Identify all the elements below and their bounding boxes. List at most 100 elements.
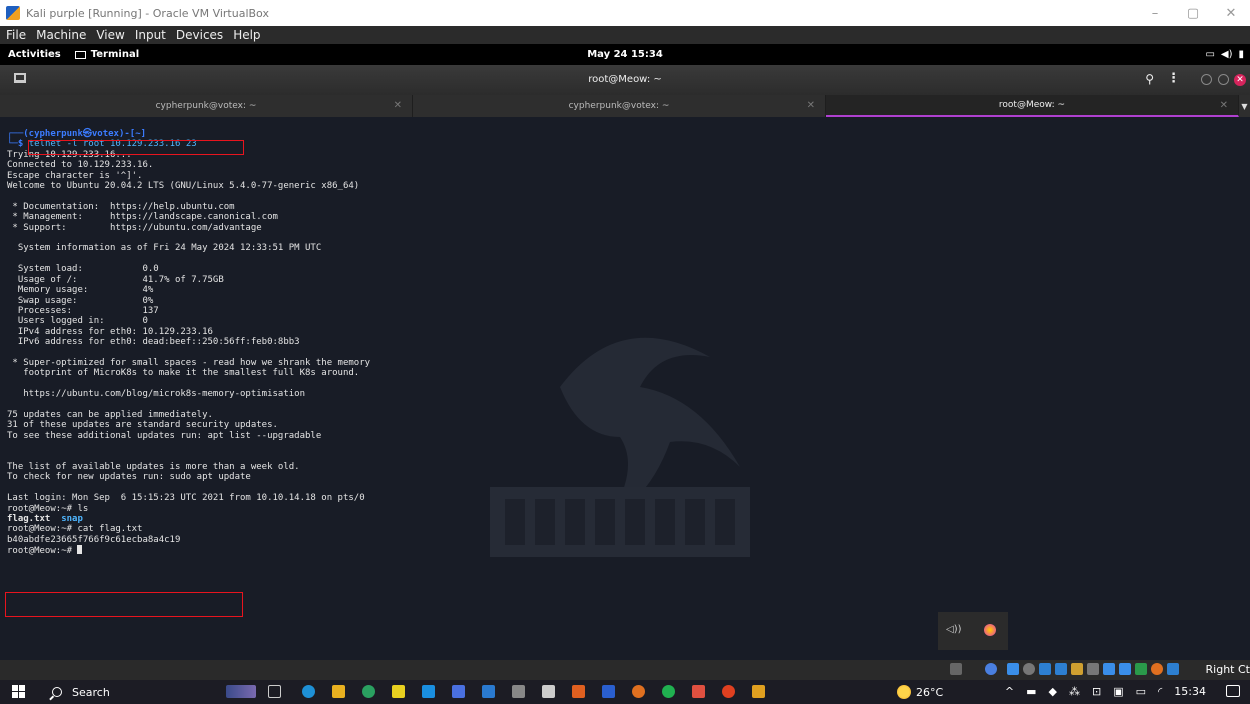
close-terminal-icon[interactable]: ✕ <box>1234 74 1246 86</box>
new-tab-icon[interactable] <box>14 73 26 83</box>
notification-center-icon[interactable] <box>1226 685 1240 697</box>
tab-label: cypherpunk@votex: ~ <box>155 101 257 111</box>
kali-dragon-watermark <box>490 337 750 557</box>
windows-taskbar: Search 26°C ^ ▬ ◆ ⁂ ⊡ ▣ ▭ ◜ 15:34 <box>0 680 1250 704</box>
taskbar-clock[interactable]: 15:34 <box>1174 685 1206 698</box>
highlight-telnet-command <box>28 140 244 155</box>
close-window-button[interactable]: ✕ <box>1212 0 1250 26</box>
tab-close-icon[interactable]: ✕ <box>394 100 402 111</box>
teams-tray-icon[interactable] <box>985 663 997 675</box>
gnome-system-tray[interactable]: ▭ ◀) ▮ <box>1205 49 1244 60</box>
restore-button[interactable]: ▢ <box>1174 0 1212 26</box>
vbox-window-title: Kali purple [Running] - Oracle VM Virtua… <box>26 6 269 20</box>
chrome-canary-icon[interactable] <box>722 685 735 698</box>
vs-icon[interactable] <box>422 685 435 698</box>
clock[interactable]: May 24 15:34 <box>0 49 1250 60</box>
keyboard-capture-icon[interactable] <box>1167 663 1179 675</box>
tab-label: root@Meow: ~ <box>998 100 1066 110</box>
tab-close-icon[interactable]: ✕ <box>1220 100 1228 111</box>
app-red-icon[interactable] <box>692 685 705 698</box>
terminal-lines: ┌──(cypherpunk㉿votex)-[~] └─$ telnet -l … <box>7 129 370 557</box>
python-icon[interactable] <box>752 685 765 698</box>
window-controls: – ▢ ✕ <box>1136 0 1250 26</box>
gnome-top-bar: Activities Terminal May 24 15:34 ▭ ◀) ▮ <box>0 44 1250 65</box>
audio-icon[interactable] <box>1039 663 1051 675</box>
recording-icon[interactable] <box>1119 663 1131 675</box>
hdd-icon[interactable] <box>1007 663 1019 675</box>
news-widget-icon[interactable] <box>226 685 256 698</box>
tray-copy-icon[interactable]: ⊡ <box>1092 685 1101 698</box>
tab-1[interactable]: cypherpunk@votex: ~ ✕ <box>0 95 413 117</box>
tab-3-active[interactable]: root@Meow: ~ ✕ <box>826 95 1239 117</box>
task-view-icon[interactable] <box>268 685 281 698</box>
terminal-title: root@Meow: ~ <box>588 74 662 85</box>
search-icon <box>52 687 62 697</box>
menu-view[interactable]: View <box>96 28 124 42</box>
shared-folder-icon[interactable] <box>1087 663 1099 675</box>
chrome-icon[interactable] <box>362 685 375 698</box>
tray-app-icon[interactable]: ▬ <box>1026 685 1036 698</box>
tray-battery-icon[interactable]: ▭ <box>1136 685 1146 698</box>
whatsapp-icon[interactable] <box>662 685 675 698</box>
vscode-icon[interactable] <box>482 685 495 698</box>
git-icon[interactable] <box>542 685 555 698</box>
app-n-icon[interactable] <box>452 685 465 698</box>
tray-chevron-icon[interactable]: ^ <box>1005 685 1014 698</box>
taskbar-search[interactable]: Search <box>52 680 222 704</box>
menu-input[interactable]: Input <box>135 28 166 42</box>
search-icon[interactable]: ⚲ <box>1145 72 1154 86</box>
display-icon[interactable] <box>1103 663 1115 675</box>
minimize-button[interactable]: – <box>1136 0 1174 26</box>
screen-icon: ▭ <box>1205 49 1215 60</box>
vbox-status-bar: Right Ct <box>0 660 1250 680</box>
usb-icon[interactable] <box>1071 663 1083 675</box>
tab-close-icon[interactable]: ✕ <box>807 100 815 111</box>
tray-shield-icon[interactable]: ◆ <box>1049 685 1057 698</box>
windows-start-icon[interactable] <box>12 685 25 698</box>
app-menu-terminal[interactable]: Terminal <box>74 49 139 60</box>
edge-icon[interactable] <box>302 685 315 698</box>
terminal-icon <box>74 50 86 59</box>
desktop: Kali purple [Running] - Oracle VM Virtua… <box>0 0 1250 704</box>
final-prompt: root@Meow:~# <box>7 546 78 557</box>
tab-label: cypherpunk@votex: ~ <box>568 101 670 111</box>
prompt-prefix: └─$ <box>7 139 29 150</box>
sticky-icon[interactable] <box>392 685 405 698</box>
file-explorer-icon[interactable] <box>332 685 345 698</box>
network-tray-icon[interactable] <box>950 663 962 675</box>
menu-devices[interactable]: Devices <box>176 28 223 42</box>
terminal-header-bar: root@Meow: ~ ⚲ ⋮ ✕ <box>0 65 1250 95</box>
battery-icon: ▮ <box>1238 49 1244 60</box>
tray-display-icon[interactable]: ▣ <box>1113 685 1123 698</box>
firefox-icon[interactable] <box>632 685 645 698</box>
ls-dir-snap: snap <box>61 514 83 525</box>
windows-system-tray[interactable]: ^ ▬ ◆ ⁂ ⊡ ▣ ▭ ◜ 15:34 <box>1005 685 1206 698</box>
vbox-menu-bar: File Machine View Input Devices Help <box>0 26 1250 44</box>
tab-2[interactable]: cypherpunk@votex: ~ ✕ <box>413 95 826 117</box>
terminal-app-icon[interactable] <box>512 685 525 698</box>
app-tray-icon[interactable] <box>984 624 996 636</box>
terminal-output[interactable]: ┌──(cypherpunk㉿votex)-[~] └─$ telnet -l … <box>0 117 1250 662</box>
tray-network-icon[interactable]: ⁂ <box>1069 685 1080 698</box>
vlc-icon[interactable] <box>572 685 585 698</box>
minimize-circle-icon[interactable] <box>1201 74 1212 85</box>
prompt-line: ┌──(cypherpunk㉿votex)-[~] <box>7 129 147 139</box>
tray-wifi-icon[interactable]: ◜ <box>1158 685 1162 698</box>
virtualbox-taskbar-icon[interactable] <box>602 685 615 698</box>
menu-help[interactable]: Help <box>233 28 260 42</box>
speaker-icon[interactable]: ◁)) <box>946 624 962 635</box>
weather-widget[interactable]: 26°C <box>897 685 943 699</box>
menu-file[interactable]: File <box>6 28 26 42</box>
virtualbox-logo-icon <box>6 6 20 20</box>
mouse-integration-icon[interactable] <box>1151 663 1163 675</box>
optical-icon[interactable] <box>1023 663 1035 675</box>
tab-list-chevron-icon[interactable]: ▼ <box>1239 95 1250 117</box>
menu-kebab-icon[interactable]: ⋮ <box>1167 71 1180 86</box>
tray-overflow-popup: ◁)) <box>938 612 1008 650</box>
maximize-circle-icon[interactable] <box>1218 74 1229 85</box>
menu-machine[interactable]: Machine <box>36 28 86 42</box>
activities-button[interactable]: Activities <box>8 49 61 60</box>
network-adapter-icon[interactable] <box>1055 663 1067 675</box>
cpu-icon[interactable] <box>1135 663 1147 675</box>
cat-command: root@Meow:~# cat flag.txt <box>7 524 143 535</box>
